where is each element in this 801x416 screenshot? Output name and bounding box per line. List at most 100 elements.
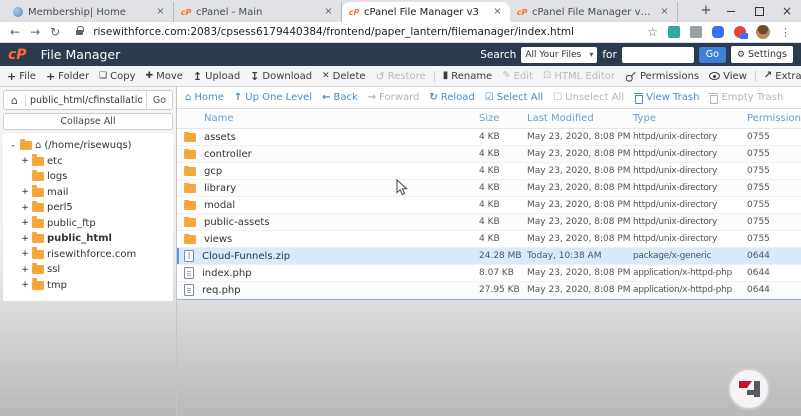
browser-tab[interactable]: cPanel File Manager v3 xyxy=(342,2,510,22)
toolbar-icon xyxy=(543,71,551,81)
browser-menu-icon[interactable] xyxy=(780,26,791,39)
maximize-icon[interactable] xyxy=(745,0,773,22)
column-header-name[interactable]: Name xyxy=(177,113,479,124)
tree-expander-icon[interactable]: + xyxy=(21,156,29,166)
bookmark-star-icon[interactable] xyxy=(647,25,658,39)
table-row[interactable]: library 4 KB May 23, 2020, 8:08 PM httpd… xyxy=(177,180,801,197)
toolbar-button[interactable]: View xyxy=(707,71,749,82)
table-row[interactable]: assets 4 KB May 23, 2020, 8:08 PM httpd/… xyxy=(177,129,801,146)
navbar-button[interactable]: Up One Level xyxy=(234,92,312,103)
extension-icon-4[interactable] xyxy=(734,26,746,38)
column-header-permissions[interactable]: Permissions xyxy=(747,113,801,124)
toolbar-label: Folder xyxy=(58,71,89,82)
tree-item[interactable]: logs xyxy=(5,169,171,185)
column-header-modified[interactable]: Last Modified xyxy=(527,113,633,124)
toolbar-button[interactable]: Copy xyxy=(97,71,137,82)
navbar-button[interactable]: Empty Trash xyxy=(709,92,783,103)
search-go-button[interactable]: Go xyxy=(699,47,726,63)
file-type: application/x-httpd-php xyxy=(633,285,747,295)
navbar-button[interactable]: Home xyxy=(185,92,224,103)
browser-tab[interactable]: cPanel File Manager v3 - File Up xyxy=(510,2,678,22)
file-name-cell: public-assets xyxy=(177,217,479,228)
navbar-button[interactable]: Forward xyxy=(368,92,420,103)
tree-expander-icon[interactable]: + xyxy=(21,234,29,244)
toolbar-button[interactable]: Extract xyxy=(755,71,801,82)
home-icon[interactable] xyxy=(4,94,26,107)
tree-expander-icon[interactable]: + xyxy=(21,187,29,197)
toolbar-button[interactable]: Permissions xyxy=(623,71,701,82)
extension-icon-2[interactable] xyxy=(690,26,702,38)
toolbar-icon xyxy=(624,69,637,82)
tab-close-icon[interactable] xyxy=(659,7,670,18)
navbar-label: Back xyxy=(333,92,357,103)
extension-icon-3[interactable] xyxy=(712,26,724,38)
navbar-button[interactable]: View Trash xyxy=(634,92,699,103)
path-go-button[interactable]: Go xyxy=(146,91,172,109)
table-row[interactable]: req.php 27.95 KB May 23, 2020, 8:08 PM a… xyxy=(177,282,801,299)
minimize-icon[interactable] xyxy=(717,0,745,22)
column-header-type[interactable]: Type xyxy=(633,113,747,124)
tree-item[interactable]: + tmp xyxy=(5,278,171,294)
browser-back-icon[interactable]: ← xyxy=(10,26,20,38)
toolbar-button[interactable]: Edit xyxy=(500,71,535,82)
navbar-button[interactable]: Reload xyxy=(429,92,474,103)
tree-expander-icon[interactable]: + xyxy=(21,218,29,228)
browser-forward-icon[interactable]: → xyxy=(30,26,40,38)
toolbar-button[interactable]: Rename xyxy=(434,71,495,82)
new-tab-button[interactable] xyxy=(696,2,716,22)
tree-item[interactable]: + perl5 xyxy=(5,200,171,216)
settings-button[interactable]: Settings xyxy=(731,46,793,63)
path-input[interactable] xyxy=(26,95,146,106)
tab-favicon-icon xyxy=(349,7,359,17)
search-input[interactable] xyxy=(622,47,694,63)
tree-expander-icon[interactable]: + xyxy=(21,265,29,275)
collapse-all-button[interactable]: Collapse All xyxy=(3,113,173,130)
browser-tab[interactable]: Membership| Home xyxy=(6,2,174,22)
tree-item[interactable]: - (/home/risewuqs) xyxy=(5,138,171,154)
tab-close-icon[interactable] xyxy=(155,7,166,18)
toolbar-button[interactable]: Download xyxy=(248,71,314,82)
table-row[interactable]: modal 4 KB May 23, 2020, 8:08 PM httpd/u… xyxy=(177,197,801,214)
tree-item[interactable]: + etc xyxy=(5,154,171,170)
toolbar-button[interactable]: Delete xyxy=(320,71,367,82)
navbar-button[interactable]: Unselect All xyxy=(553,92,624,103)
table-row[interactable]: gcp 4 KB May 23, 2020, 8:08 PM httpd/uni… xyxy=(177,163,801,180)
browser-reload-icon[interactable]: ↻ xyxy=(50,26,60,38)
navbar-button[interactable]: Back xyxy=(322,92,358,103)
toolbar-button[interactable]: Move xyxy=(144,71,185,82)
browser-tab[interactable]: cPanel - Main xyxy=(174,2,342,22)
tree-expander-icon[interactable]: + xyxy=(21,203,29,213)
toolbar-button[interactable]: Restore xyxy=(374,71,428,82)
tree-expander-icon[interactable]: + xyxy=(21,249,29,259)
navbar-button[interactable]: Select All xyxy=(485,92,543,103)
tree-expander-icon[interactable]: + xyxy=(21,280,29,290)
extension-icon-1[interactable] xyxy=(668,26,680,38)
toolbar-button[interactable]: HTML Editor xyxy=(541,71,617,82)
toolbar-button[interactable]: File xyxy=(5,71,38,82)
close-icon[interactable] xyxy=(773,0,801,22)
file-type: httpd/unix-directory xyxy=(633,200,747,210)
tab-title: Membership| Home xyxy=(28,7,150,18)
tree-item[interactable]: + public_html xyxy=(5,231,171,247)
tab-close-icon[interactable] xyxy=(492,7,503,18)
tree-expander-icon[interactable]: - xyxy=(9,141,17,151)
tree-item[interactable]: + mail xyxy=(5,185,171,201)
table-row[interactable]: public-assets 4 KB May 23, 2020, 8:08 PM… xyxy=(177,214,801,231)
toolbar-button[interactable]: Folder xyxy=(44,71,91,82)
toolbar-button[interactable]: Upload xyxy=(191,71,242,82)
profile-avatar[interactable] xyxy=(756,25,770,39)
table-row[interactable]: index.php 8.07 KB May 23, 2020, 8:08 PM … xyxy=(177,265,801,282)
tree-item[interactable]: + ssl xyxy=(5,262,171,278)
url-text[interactable]: risewithforce.com:2083/cpsess6179440384/… xyxy=(93,26,637,38)
tree-item[interactable]: + public_ftp xyxy=(5,216,171,232)
file-size: 4 KB xyxy=(479,149,527,159)
search-scope-select[interactable]: All Your Files xyxy=(521,47,597,63)
file-modified: May 23, 2020, 8:08 PM xyxy=(527,149,633,159)
file-name-cell: Cloud-Funnels.zip xyxy=(177,250,479,262)
table-row[interactable]: controller 4 KB May 23, 2020, 8:08 PM ht… xyxy=(177,146,801,163)
tab-close-icon[interactable] xyxy=(323,7,334,18)
column-header-size[interactable]: Size xyxy=(479,113,527,124)
tree-item[interactable]: + risewithforce.com xyxy=(5,247,171,263)
table-row[interactable]: Cloud-Funnels.zip 24.28 MB Today, 10:38 … xyxy=(177,248,801,265)
table-row[interactable]: views 4 KB May 23, 2020, 8:08 PM httpd/u… xyxy=(177,231,801,248)
